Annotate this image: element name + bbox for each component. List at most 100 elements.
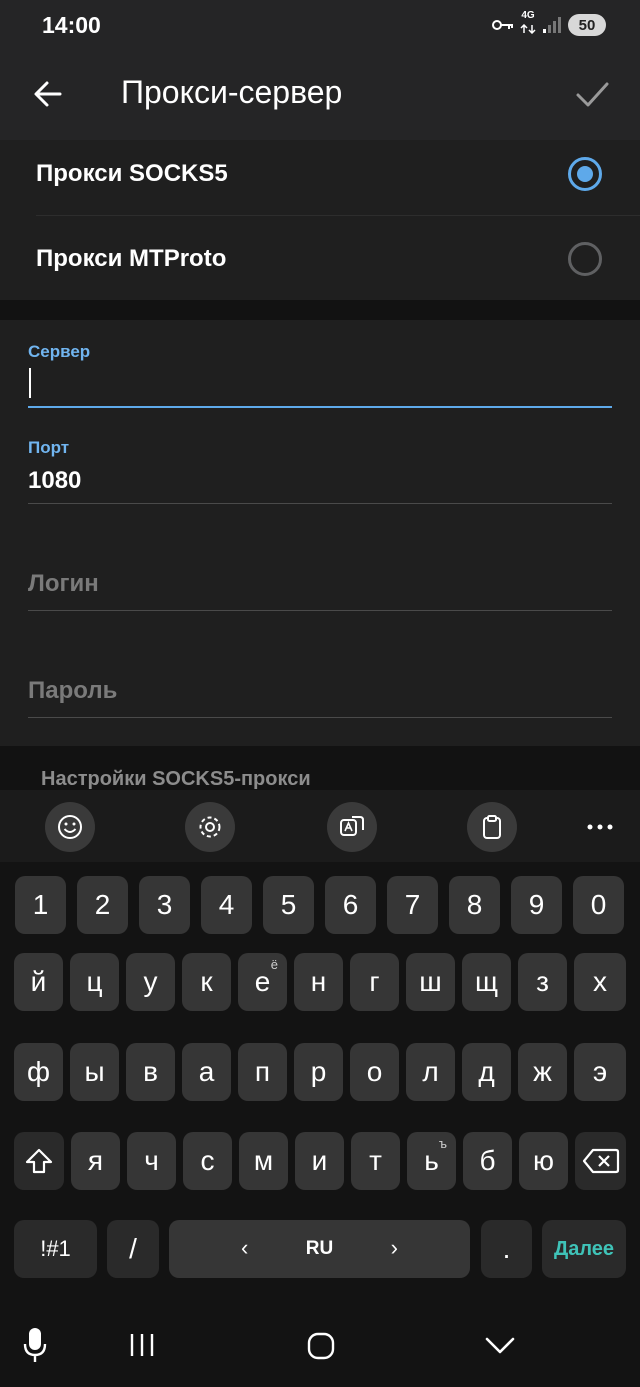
port-field[interactable]: Порт 1080	[28, 438, 612, 506]
key-letter[interactable]: р	[294, 1043, 343, 1101]
key-letter[interactable]: п	[238, 1043, 287, 1101]
key-letter[interactable]: н	[294, 953, 343, 1011]
key-letter[interactable]: ш	[406, 953, 455, 1011]
language-label: RU	[305, 1238, 334, 1259]
key-letter[interactable]: ч	[127, 1132, 176, 1190]
status-time: 14:00	[42, 12, 101, 38]
server-field[interactable]: Сервер	[28, 342, 612, 410]
key-letter[interactable]: ф	[14, 1043, 63, 1101]
key-letter[interactable]: д	[462, 1043, 511, 1101]
chevron-right-icon: ›	[390, 1235, 398, 1260]
key-letter[interactable]: ж	[518, 1043, 567, 1101]
key-letter[interactable]: с	[183, 1132, 232, 1190]
arrow-left-icon[interactable]	[28, 74, 68, 114]
shift-key[interactable]	[14, 1132, 64, 1190]
key-3[interactable]: 3	[139, 876, 190, 934]
settings-icon[interactable]	[185, 802, 235, 852]
key-letter[interactable]: б	[463, 1132, 512, 1190]
password-input[interactable]: Пароль	[28, 677, 612, 705]
keyboard-toolbar	[0, 790, 640, 862]
key-9[interactable]: 9	[511, 876, 562, 934]
server-label: Сервер	[28, 342, 91, 361]
password-underline	[28, 717, 612, 718]
key-4[interactable]: 4	[201, 876, 252, 934]
key-letter[interactable]: я	[71, 1132, 120, 1190]
key-letter[interactable]: к	[182, 953, 231, 1011]
key-letter[interactable]: а	[182, 1043, 231, 1101]
key-8[interactable]: 8	[449, 876, 500, 934]
key-letter[interactable]: л	[406, 1043, 455, 1101]
section-gap	[0, 300, 640, 320]
section-header: Настройки SOCKS5-прокси	[41, 768, 311, 790]
more-icon[interactable]	[585, 814, 615, 840]
login-input[interactable]: Логин	[28, 570, 612, 598]
space-key[interactable]: ‹ RU ›	[169, 1220, 470, 1278]
login-field[interactable]: Логин	[28, 570, 612, 612]
network-type: 4G	[520, 11, 536, 39]
login-underline	[28, 610, 612, 611]
port-input[interactable]: 1080	[28, 467, 612, 495]
key-6[interactable]: 6	[325, 876, 376, 934]
key-main: ь	[424, 1145, 439, 1176]
divider	[36, 215, 640, 216]
data-arrows-icon	[520, 23, 536, 35]
chevron-left-icon: ‹	[241, 1235, 249, 1260]
key-letter-e[interactable]: е ё	[238, 953, 287, 1011]
system-nav-bar	[0, 1305, 640, 1387]
recent-apps-icon[interactable]	[128, 1331, 156, 1359]
period-key[interactable]: .	[481, 1220, 532, 1278]
server-underline	[28, 406, 612, 408]
key-letter[interactable]: у	[126, 953, 175, 1011]
microphone-icon[interactable]	[22, 1325, 48, 1365]
status-bar: 14:00 4G 50	[0, 0, 640, 50]
page-title: Прокси-сервер	[121, 74, 343, 110]
clipboard-icon[interactable]	[467, 802, 517, 852]
next-key[interactable]: Далее	[542, 1220, 626, 1278]
signal-icon	[543, 17, 561, 33]
proxy-type-mtproto[interactable]: Прокси MTProto	[0, 220, 640, 300]
key-letter[interactable]: ы	[70, 1043, 119, 1101]
hide-keyboard-icon[interactable]	[484, 1335, 516, 1357]
key-letter[interactable]: и	[295, 1132, 344, 1190]
backspace-icon	[582, 1148, 619, 1174]
key-letter[interactable]: м	[239, 1132, 288, 1190]
status-icons: 4G 50	[492, 11, 606, 39]
key-letter[interactable]: о	[350, 1043, 399, 1101]
radio-label: Прокси SOCKS5	[36, 160, 228, 187]
key-2[interactable]: 2	[77, 876, 128, 934]
key-main: е	[254, 966, 271, 997]
key-letter-soft-sign[interactable]: ь ъ	[407, 1132, 456, 1190]
radio-label: Прокси MTProto	[36, 245, 227, 272]
radio-button[interactable]	[568, 242, 602, 276]
key-letter[interactable]: г	[350, 953, 399, 1011]
shift-icon	[25, 1148, 53, 1174]
proxy-type-group: Прокси SOCKS5 Прокси MTProto	[0, 140, 640, 300]
key-letter[interactable]: ю	[519, 1132, 568, 1190]
password-field[interactable]: Пароль	[28, 677, 612, 719]
key-letter[interactable]: з	[518, 953, 567, 1011]
check-icon[interactable]	[572, 74, 612, 114]
radio-button-checked[interactable]	[568, 157, 602, 191]
symbols-key[interactable]: !#1	[14, 1220, 97, 1278]
proxy-form: Сервер Порт 1080 Логин Пароль	[0, 320, 640, 746]
key-letter[interactable]: э	[574, 1043, 626, 1101]
key-superscript: ё	[270, 957, 278, 972]
battery-indicator: 50	[568, 14, 606, 36]
slash-key[interactable]: /	[107, 1220, 159, 1278]
app-bar: Прокси-сервер	[0, 50, 640, 140]
emoji-icon[interactable]	[45, 802, 95, 852]
translate-icon[interactable]	[327, 802, 377, 852]
key-letter[interactable]: щ	[462, 953, 511, 1011]
key-letter[interactable]: ц	[70, 953, 119, 1011]
key-letter[interactable]: т	[351, 1132, 400, 1190]
key-0[interactable]: 0	[573, 876, 624, 934]
key-letter[interactable]: х	[574, 953, 626, 1011]
backspace-key[interactable]	[575, 1132, 626, 1190]
key-5[interactable]: 5	[263, 876, 314, 934]
key-letter[interactable]: в	[126, 1043, 175, 1101]
key-7[interactable]: 7	[387, 876, 438, 934]
proxy-type-socks5[interactable]: Прокси SOCKS5	[0, 140, 640, 220]
key-letter[interactable]: й	[14, 953, 63, 1011]
home-icon[interactable]	[306, 1331, 336, 1361]
key-1[interactable]: 1	[15, 876, 66, 934]
